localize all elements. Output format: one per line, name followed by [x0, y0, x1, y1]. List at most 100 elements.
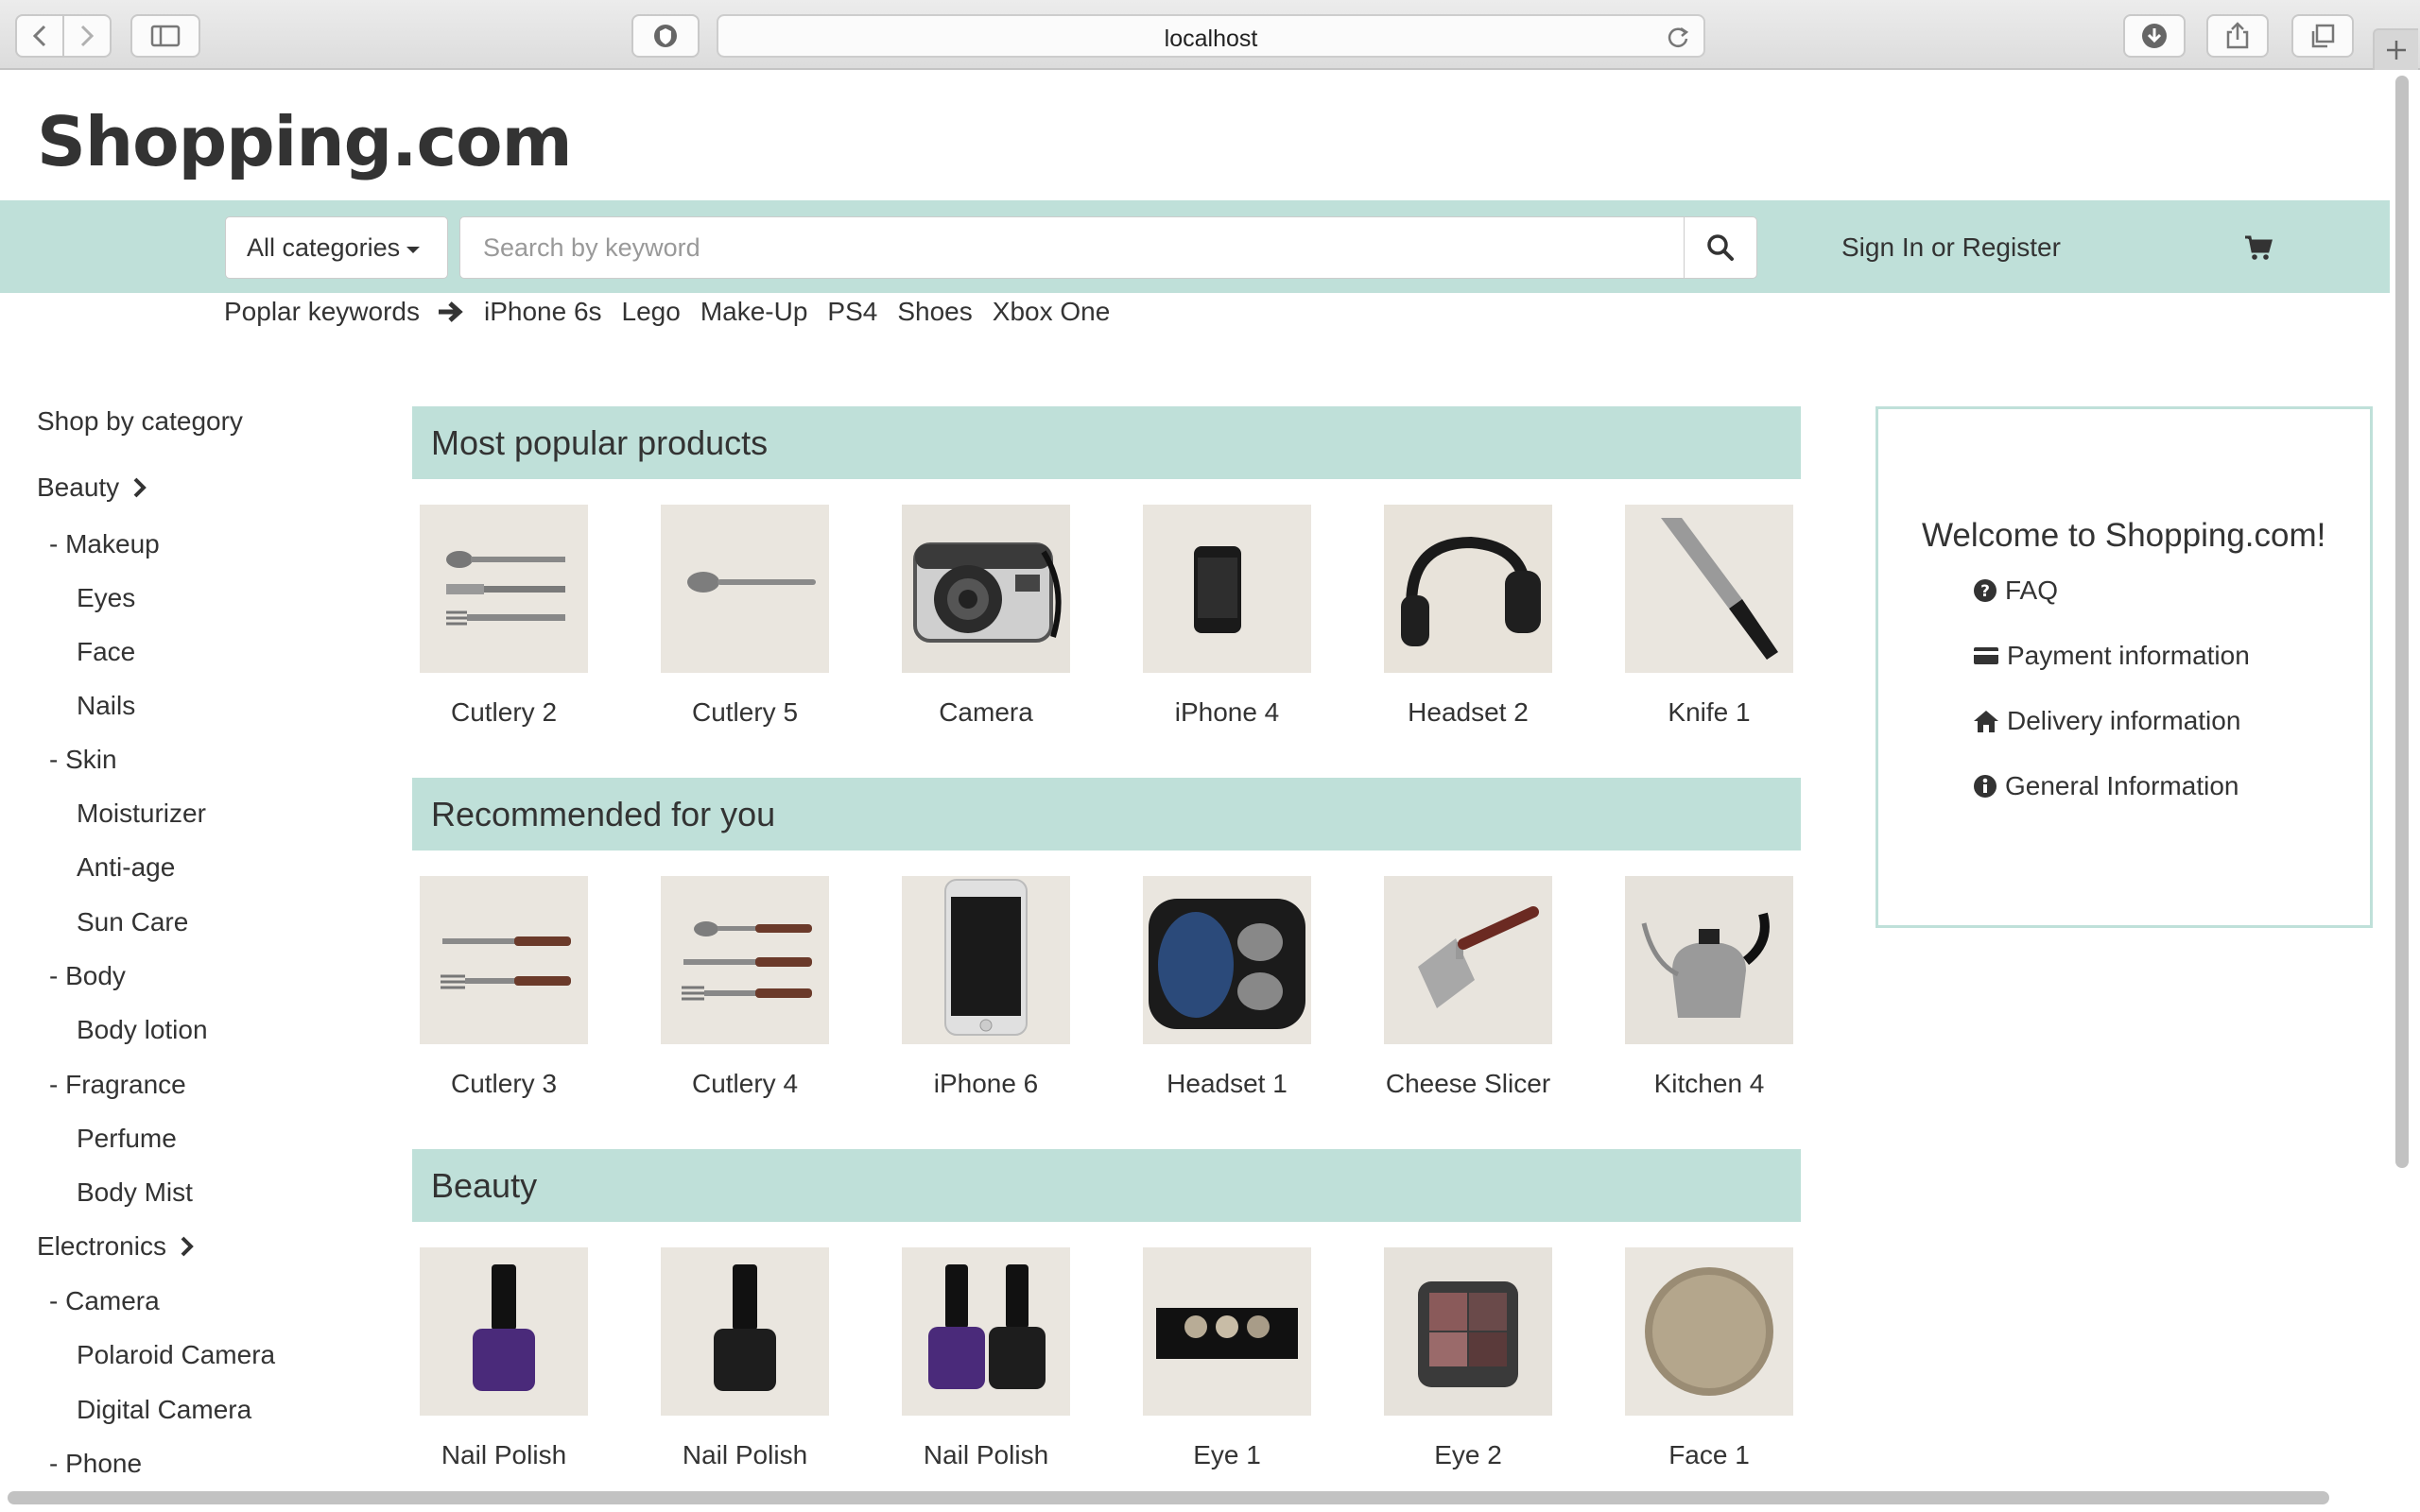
product-image[interactable] [420, 1247, 588, 1416]
keyword-link[interactable]: Lego [622, 297, 681, 327]
keyword-link[interactable]: PS4 [827, 297, 877, 327]
product-image[interactable] [420, 876, 588, 1044]
product-name[interactable]: Kitchen 4 [1615, 1065, 1804, 1102]
new-tab-button[interactable] [2373, 28, 2418, 70]
sidebar-item-body-mist[interactable]: Body Mist [77, 1177, 193, 1208]
delivery-information-link[interactable]: Delivery information [1973, 706, 2240, 736]
product-name[interactable]: Cutlery 2 [409, 694, 598, 730]
product-name[interactable]: Cheese Slicer [1374, 1065, 1563, 1102]
forward-button[interactable] [62, 14, 112, 58]
product-image[interactable] [1384, 1247, 1552, 1416]
sidebar-item-digital-camera[interactable]: Digital Camera [77, 1395, 251, 1425]
keyword-link[interactable]: iPhone 6s [484, 297, 602, 327]
product-card[interactable]: Eye 1 [1132, 1247, 1322, 1473]
product-card[interactable]: Headset 1 [1132, 876, 1322, 1102]
sidebar-item-anti-age[interactable]: Anti-age [77, 852, 175, 883]
product-name[interactable]: Knife 1 [1615, 694, 1804, 730]
downloads-button[interactable] [2123, 14, 2186, 58]
sidebar-item-eyes[interactable]: Eyes [77, 583, 135, 613]
reload-icon[interactable] [1666, 25, 1690, 49]
product-image[interactable] [1143, 1247, 1311, 1416]
payment-information-link[interactable]: Payment information [1973, 641, 2250, 671]
product-card[interactable]: Eye 2 [1374, 1247, 1563, 1473]
keyword-link[interactable]: Xbox One [993, 297, 1111, 327]
keyword-link[interactable]: Shoes [897, 297, 972, 327]
product-card[interactable]: Cheese Slicer [1374, 876, 1563, 1102]
product-image[interactable] [902, 876, 1070, 1044]
sidebar-item-electronics[interactable]: Electronics [37, 1231, 195, 1262]
product-image[interactable] [1384, 876, 1552, 1044]
sidebar-item-body-lotion[interactable]: Body lotion [77, 1015, 208, 1045]
product-image[interactable] [902, 505, 1070, 673]
product-card[interactable]: Headset 2 [1374, 505, 1563, 730]
sidebar-item-skin[interactable]: - Skin [49, 745, 117, 775]
product-card[interactable]: iPhone 4 [1132, 505, 1322, 730]
product-image[interactable] [902, 1247, 1070, 1416]
sidebar-item-perfume[interactable]: Perfume [77, 1124, 177, 1154]
product-card[interactable]: Nail Polish [409, 1247, 598, 1473]
site-logo[interactable]: Shopping.com [37, 102, 573, 181]
sidebar-item-beauty[interactable]: Beauty [37, 472, 147, 503]
product-name[interactable]: Cutlery 5 [650, 694, 839, 730]
product-image[interactable] [1143, 505, 1311, 673]
product-name[interactable]: Nail Polish [650, 1436, 839, 1473]
sidebar-item-body[interactable]: - Body [49, 961, 126, 991]
product-card[interactable]: Cutlery 3 [409, 876, 598, 1102]
general-information-link[interactable]: General Information [1973, 771, 2238, 801]
product-name[interactable]: Nail Polish [891, 1436, 1080, 1473]
product-name[interactable]: Headset 2 [1374, 694, 1563, 730]
product-card[interactable]: iPhone 6 [891, 876, 1080, 1102]
sidebar-item-camera[interactable]: - Camera [49, 1286, 160, 1316]
product-image[interactable] [1625, 876, 1793, 1044]
product-image[interactable] [420, 505, 588, 673]
sidebar-item-face[interactable]: Face [77, 637, 135, 667]
product-image[interactable] [1625, 1247, 1793, 1416]
cart-button[interactable] [2244, 234, 2273, 266]
search-button[interactable] [1684, 216, 1757, 279]
product-image[interactable] [661, 505, 829, 673]
sidebar-item-makeup[interactable]: - Makeup [49, 529, 160, 559]
address-bar[interactable]: localhost [717, 14, 1705, 58]
tabs-button[interactable] [2291, 14, 2354, 58]
product-card[interactable]: Camera [891, 505, 1080, 730]
product-name[interactable]: iPhone 6 [891, 1065, 1080, 1102]
product-card[interactable]: Cutlery 5 [650, 505, 839, 730]
signin-link[interactable]: Sign In or Register [1841, 232, 2061, 263]
product-image[interactable] [1384, 505, 1552, 673]
product-image[interactable] [661, 1247, 829, 1416]
product-image[interactable] [1625, 505, 1793, 673]
product-name[interactable]: Eye 2 [1374, 1436, 1563, 1473]
sidebar-item-polaroid-camera[interactable]: Polaroid Camera [77, 1340, 275, 1370]
product-card[interactable]: Knife 1 [1615, 505, 1804, 730]
product-card[interactable]: Cutlery 2 [409, 505, 598, 730]
sidebar-item-nails[interactable]: Nails [77, 691, 135, 721]
sidebar-item-phone[interactable]: - Phone [49, 1449, 142, 1479]
category-dropdown[interactable]: All categories [225, 216, 448, 279]
sidebar-item-moisturizer[interactable]: Moisturizer [77, 799, 206, 829]
sidebar-toggle-button[interactable] [130, 14, 200, 58]
search-input[interactable] [459, 216, 1685, 279]
product-name[interactable]: Cutlery 4 [650, 1065, 839, 1102]
product-name[interactable]: Face 1 [1615, 1436, 1804, 1473]
privacy-button[interactable] [631, 14, 700, 58]
horizontal-scrollbar[interactable] [8, 1491, 2329, 1504]
sidebar-item-fragrance[interactable]: - Fragrance [49, 1070, 186, 1100]
product-image[interactable] [661, 876, 829, 1044]
product-card[interactable]: Cutlery 4 [650, 876, 839, 1102]
product-name[interactable]: Eye 1 [1132, 1436, 1322, 1473]
back-button[interactable] [15, 14, 64, 58]
product-image[interactable] [1143, 876, 1311, 1044]
product-name[interactable]: iPhone 4 [1132, 694, 1322, 730]
product-name[interactable]: Camera [891, 694, 1080, 730]
product-card[interactable]: Nail Polish [650, 1247, 839, 1473]
sidebar-item-sun-care[interactable]: Sun Care [77, 907, 188, 937]
share-button[interactable] [2206, 14, 2269, 58]
keyword-link[interactable]: Make-Up [700, 297, 808, 327]
product-card[interactable]: Kitchen 4 [1615, 876, 1804, 1102]
product-name[interactable]: Cutlery 3 [409, 1065, 598, 1102]
faq-link[interactable]: ? FAQ [1973, 576, 2058, 606]
product-card[interactable]: Nail Polish [891, 1247, 1080, 1473]
product-name[interactable]: Headset 1 [1132, 1065, 1322, 1102]
product-name[interactable]: Nail Polish [409, 1436, 598, 1473]
product-card[interactable]: Face 1 [1615, 1247, 1804, 1473]
